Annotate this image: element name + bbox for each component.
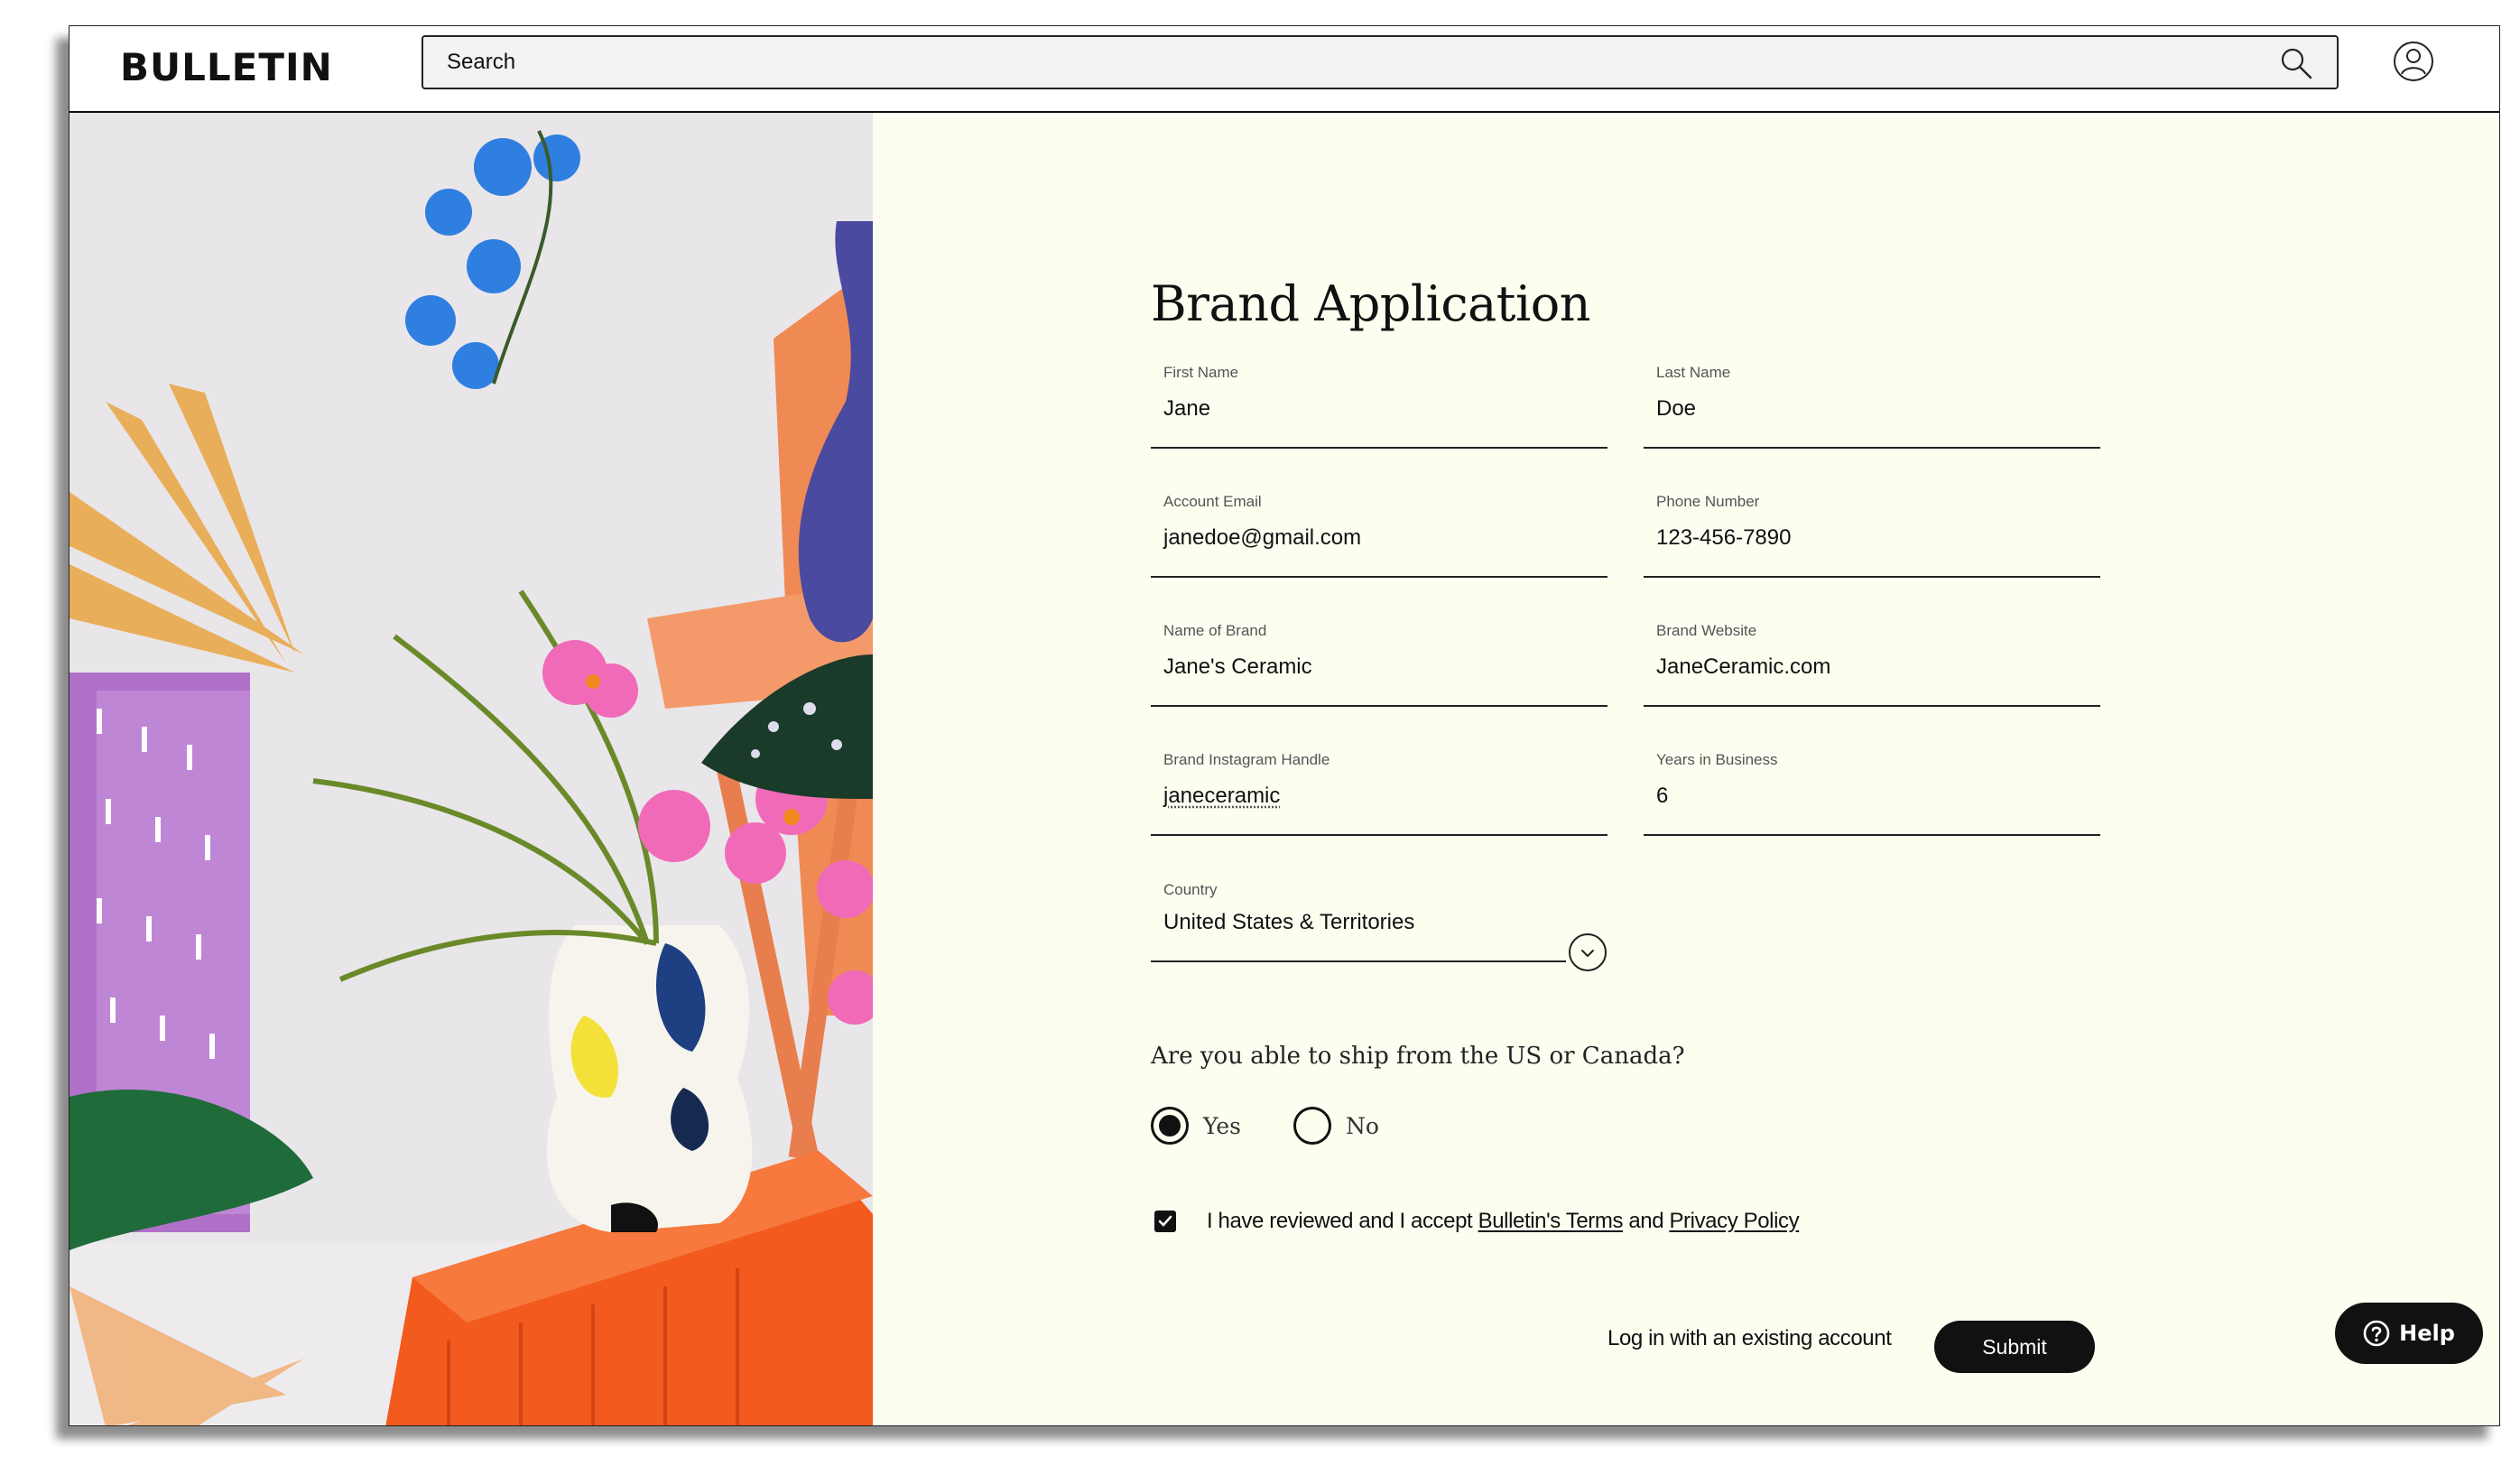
instagram-handle-field[interactable]: Brand Instagram Handle janeceramic bbox=[1151, 746, 1607, 836]
account-email-field[interactable]: Account Email janedoe@gmail.com bbox=[1151, 487, 1607, 578]
search-bar[interactable] bbox=[422, 35, 2339, 89]
submit-button[interactable]: Submit bbox=[1934, 1321, 2095, 1373]
site-header: BULLETIN bbox=[69, 26, 2499, 113]
help-button[interactable]: Help bbox=[2335, 1303, 2483, 1364]
field-label: First Name bbox=[1163, 364, 1239, 381]
field-label: Years in Business bbox=[1656, 751, 1778, 768]
terms-text: I have reviewed and I accept Bulletin's … bbox=[1207, 1209, 1800, 1234]
browser-window: BULLETIN Search Brand Application First … bbox=[69, 25, 2500, 1426]
field-label: Country bbox=[1163, 881, 1218, 898]
checkmark-icon bbox=[1158, 1215, 1172, 1227]
phone-number-input[interactable]: 123-456-7890 bbox=[1656, 525, 2080, 551]
field-label: Account Email bbox=[1163, 493, 1262, 510]
radio-yes-label[interactable]: Yes bbox=[1203, 1113, 1241, 1139]
terms-checkbox[interactable] bbox=[1154, 1211, 1176, 1232]
terms-agreement: I have reviewed and I accept Bulletin's … bbox=[1151, 1203, 1800, 1239]
radio-no-circle[interactable] bbox=[1293, 1107, 1331, 1145]
last-name-input[interactable]: Doe bbox=[1656, 396, 2080, 422]
chevron-down-icon[interactable] bbox=[1568, 932, 1607, 972]
help-label: Help bbox=[2399, 1321, 2455, 1346]
last-name-field[interactable]: Last Name Doe bbox=[1644, 358, 2100, 449]
field-label: Last Name bbox=[1656, 364, 1731, 381]
radio-no[interactable]: No bbox=[1293, 1104, 1379, 1147]
instagram-handle-input[interactable]: janeceramic bbox=[1163, 784, 1588, 809]
field-label: Phone Number bbox=[1656, 493, 1760, 510]
search-icon[interactable] bbox=[2279, 46, 2313, 80]
radio-selected-dot bbox=[1159, 1115, 1181, 1137]
search-input[interactable] bbox=[447, 37, 2252, 88]
field-label: Brand Instagram Handle bbox=[1163, 751, 1330, 768]
privacy-policy-link[interactable]: Privacy Policy bbox=[1669, 1209, 1799, 1233]
user-account-icon[interactable] bbox=[2393, 41, 2434, 82]
country-select[interactable]: Country United States & Territories bbox=[1151, 876, 1566, 962]
field-label: Name of Brand bbox=[1163, 622, 1267, 639]
years-in-business-field[interactable]: Years in Business 6 bbox=[1644, 746, 2100, 836]
radio-yes-circle[interactable] bbox=[1151, 1107, 1189, 1145]
bulletin-logo[interactable]: BULLETIN bbox=[120, 39, 333, 97]
radio-no-label[interactable]: No bbox=[1346, 1113, 1379, 1139]
shipping-question: Are you able to ship from the US or Cana… bbox=[1151, 1043, 1685, 1070]
account-email-input[interactable]: janedoe@gmail.com bbox=[1163, 525, 1588, 551]
phone-number-field[interactable]: Phone Number 123-456-7890 bbox=[1644, 487, 2100, 578]
terms-joiner: and bbox=[1623, 1209, 1670, 1233]
first-name-input[interactable]: Jane bbox=[1163, 396, 1588, 422]
brand-website-input[interactable]: JaneCeramic.com bbox=[1656, 654, 2080, 680]
radio-yes[interactable]: Yes bbox=[1151, 1104, 1241, 1147]
field-label: Brand Website bbox=[1656, 622, 1757, 639]
instagram-handle-value: janeceramic bbox=[1163, 784, 1281, 808]
brand-name-field[interactable]: Name of Brand Jane's Ceramic bbox=[1151, 617, 1607, 707]
years-in-business-input[interactable]: 6 bbox=[1656, 784, 2080, 809]
country-value[interactable]: United States & Territories bbox=[1163, 910, 1588, 935]
page-title: Brand Application bbox=[1151, 275, 1591, 333]
product-photo bbox=[69, 113, 873, 1425]
terms-link[interactable]: Bulletin's Terms bbox=[1478, 1209, 1624, 1233]
question-mark-icon bbox=[2363, 1320, 2390, 1347]
brand-name-input[interactable]: Jane's Ceramic bbox=[1163, 654, 1588, 680]
first-name-field[interactable]: First Name Jane bbox=[1151, 358, 1607, 449]
terms-prefix: I have reviewed and I accept bbox=[1207, 1209, 1478, 1233]
login-existing-account-link[interactable]: Log in with an existing account bbox=[1607, 1326, 1892, 1351]
brand-website-field[interactable]: Brand Website JaneCeramic.com bbox=[1644, 617, 2100, 707]
